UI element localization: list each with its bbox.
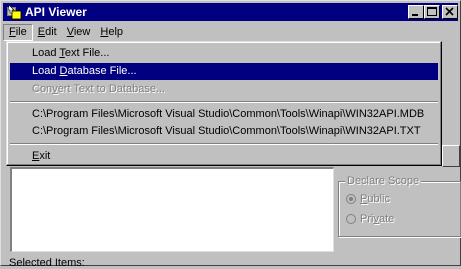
window-title: API Viewer bbox=[25, 5, 87, 19]
minimize-button[interactable] bbox=[408, 5, 424, 19]
menu-item-convert-text-to-database: Convert Text to Database... bbox=[32, 83, 166, 95]
available-items-list[interactable] bbox=[10, 167, 334, 252]
menu-help[interactable]: Help bbox=[95, 24, 128, 41]
private-radio[interactable] bbox=[346, 214, 356, 224]
menu-view[interactable]: View bbox=[62, 24, 96, 41]
selected-items-label: Selected Items: bbox=[9, 257, 85, 269]
menu-edit-label: dit bbox=[45, 25, 57, 38]
menu-file-label: ile bbox=[15, 25, 27, 38]
menu-edit[interactable]: Edit bbox=[33, 24, 62, 41]
public-radio-option[interactable]: Public bbox=[346, 193, 390, 205]
declare-scope-legend: Declare Scope bbox=[345, 175, 422, 187]
menu-item-load-database-file[interactable]: Load Database File... bbox=[10, 63, 438, 80]
maximize-icon bbox=[427, 7, 437, 16]
menu-separator bbox=[10, 101, 438, 103]
menu-item-recent-txt[interactable]: C:\Program Files\Microsoft Visual Studio… bbox=[10, 123, 438, 140]
api-viewer-app-icon bbox=[7, 4, 22, 20]
search-button-edge[interactable] bbox=[442, 145, 460, 167]
menu-file-accelerator: F bbox=[9, 25, 16, 38]
declare-scope-group: Declare Scope Public Private bbox=[338, 175, 461, 237]
private-radio-option[interactable]: Private bbox=[346, 213, 394, 225]
menu-item-exit[interactable]: Exit bbox=[10, 148, 438, 165]
menu-view-label: iew bbox=[73, 25, 91, 38]
private-radio-label: Private bbox=[360, 213, 395, 225]
close-button[interactable] bbox=[442, 5, 458, 19]
minimize-icon bbox=[412, 14, 418, 16]
file-menu-dropdown: Load Text File... Load Database File... … bbox=[6, 41, 442, 166]
menu-bar: File Edit View Help bbox=[3, 23, 458, 41]
menu-file[interactable]: File bbox=[3, 23, 33, 41]
maximize-button[interactable] bbox=[424, 5, 440, 19]
api-viewer-window: API Viewer File Edit View Help Declare S… bbox=[0, 0, 461, 269]
menu-help-label: elp bbox=[108, 25, 124, 38]
menu-edit-accelerator: E bbox=[37, 25, 46, 38]
menu-separator bbox=[10, 143, 438, 145]
close-icon bbox=[445, 7, 454, 16]
menu-view-accelerator: V bbox=[66, 25, 74, 38]
menu-item-load-text-file[interactable]: Load Text File... bbox=[10, 45, 438, 62]
public-radio-label: Public bbox=[360, 193, 390, 205]
menu-item-recent-mdb[interactable]: C:\Program Files\Microsoft Visual Studio… bbox=[10, 106, 438, 123]
api-type-combo-edge[interactable] bbox=[441, 43, 459, 143]
title-bar[interactable]: API Viewer bbox=[3, 3, 458, 21]
public-radio[interactable] bbox=[346, 194, 356, 204]
